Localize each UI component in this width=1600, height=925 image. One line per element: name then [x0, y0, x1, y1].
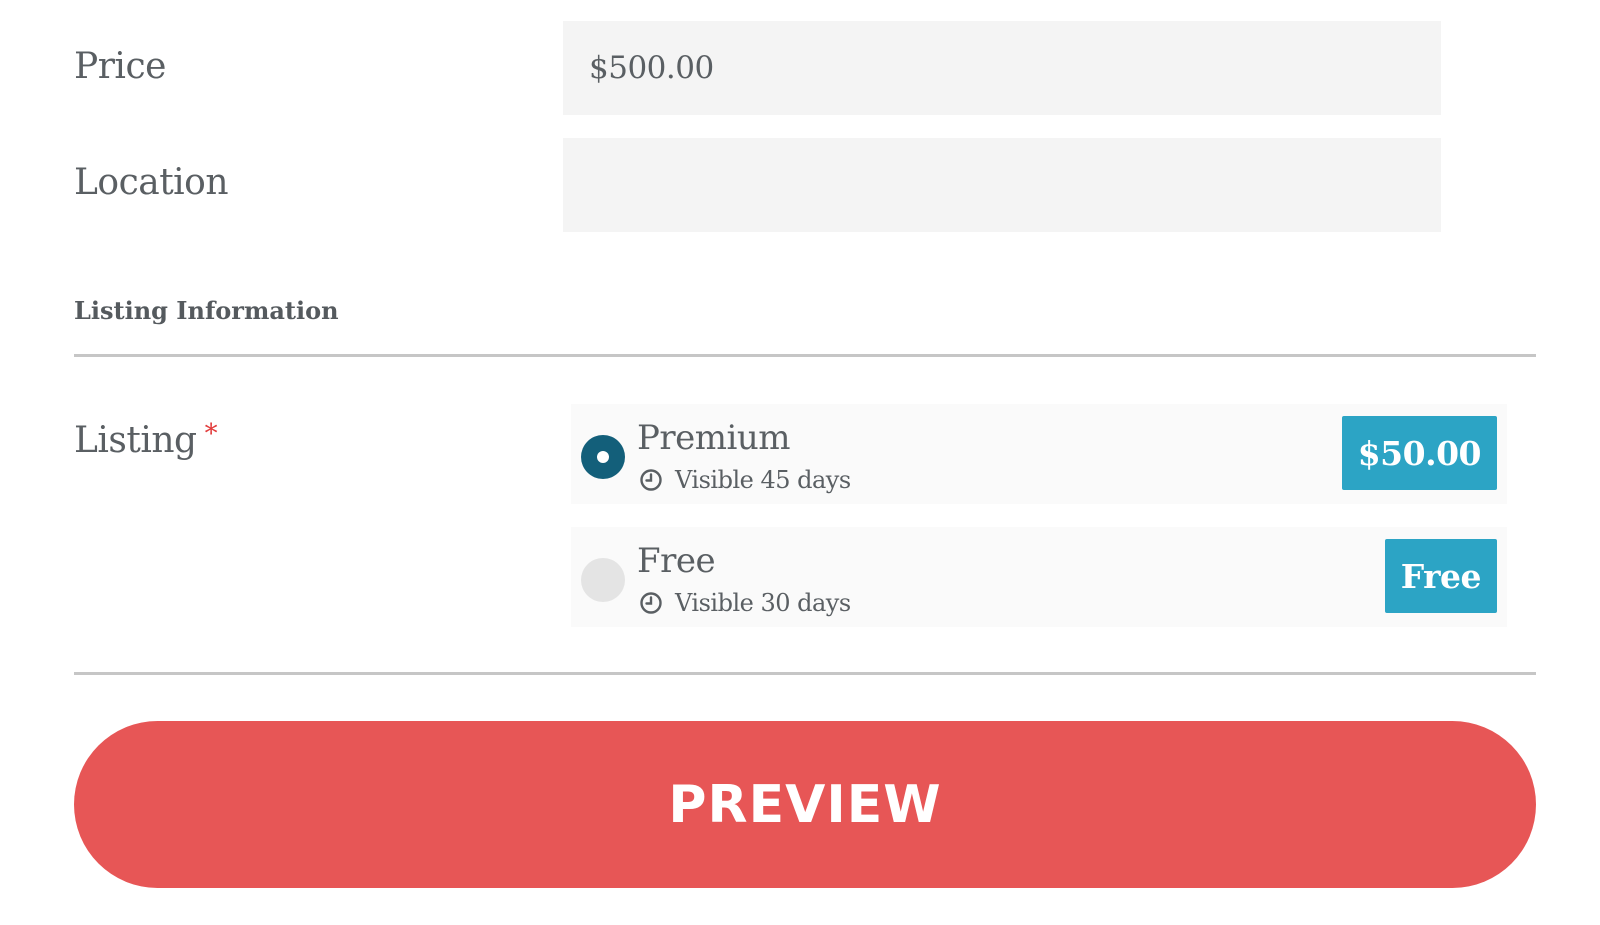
free-option-name: Free — [637, 541, 716, 581]
free-visibility-text: Visible 30 days — [675, 589, 851, 617]
location-input[interactable] — [563, 138, 1441, 232]
free-visibility: Visible 30 days — [639, 589, 851, 617]
clock-icon — [640, 469, 662, 491]
listing-information-heading: Listing Information — [74, 296, 339, 325]
free-price-badge: Free — [1384, 539, 1497, 613]
listing-option-premium[interactable]: Premium Visible 45 days $50.00 — [571, 404, 1507, 504]
section-divider-top — [74, 354, 1536, 357]
clock-icon — [640, 592, 662, 614]
premium-option-name: Premium — [637, 418, 791, 458]
premium-price-badge: $50.00 — [1341, 416, 1497, 490]
required-asterisk: * — [204, 419, 218, 449]
premium-visibility-text: Visible 45 days — [675, 466, 851, 494]
listing-label: Listing * — [74, 419, 218, 461]
listing-option-free[interactable]: Free Visible 30 days Free — [571, 527, 1507, 627]
premium-radio[interactable] — [581, 435, 625, 479]
section-divider-bottom — [74, 672, 1536, 675]
free-radio[interactable] — [581, 558, 625, 602]
price-input[interactable] — [563, 21, 1441, 115]
location-label: Location — [74, 162, 229, 203]
premium-visibility: Visible 45 days — [639, 466, 851, 494]
preview-button[interactable]: PREVIEW — [74, 721, 1536, 888]
price-label: Price — [74, 46, 166, 87]
listing-label-text: Listing — [74, 420, 197, 461]
